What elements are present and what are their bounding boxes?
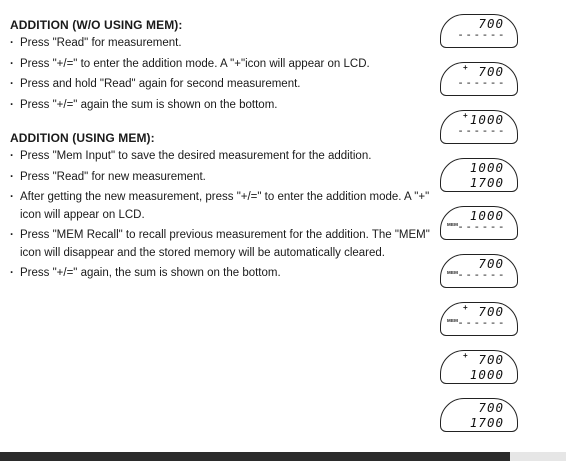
lcd-display-1: 700 ------ (440, 14, 518, 48)
steps-list-without-mem: Press "Read" for measurement. Press "+/=… (10, 35, 440, 114)
section-heading-using-mem: ADDITION (USING MEM): (10, 131, 155, 145)
plus-indicator: + (463, 351, 468, 360)
lcd-display-6: MEM 700 ------ (440, 254, 518, 288)
step-item: Press "+/=" again, the sum is shown on t… (10, 265, 440, 283)
step-item: Press "Mem Input" to save the desired me… (10, 148, 440, 166)
plus-indicator: + (463, 63, 468, 72)
lcd-display-7: + MEM 700 ------ (440, 302, 518, 336)
lcd-bottom-reading: 1000 (469, 367, 504, 382)
steps-list-using-mem: Press "Mem Input" to save the desired me… (10, 148, 440, 283)
lcd-bottom-reading: 1700 (469, 175, 504, 190)
lcd-top-reading: 700 (478, 352, 504, 367)
lcd-bottom-reading: ------ (457, 268, 506, 281)
plus-indicator: + (463, 303, 468, 312)
footer-bar-end (510, 452, 566, 461)
step-item: Press and hold "Read" again for second m… (10, 76, 440, 94)
lcd-bottom-reading: ------ (457, 28, 506, 41)
step-item: Press "+/=" to enter the addition mode. … (10, 56, 440, 74)
section-heading-without-mem: ADDITION (W/O USING MEM): (10, 18, 183, 32)
lcd-display-5: MEM 1000 ------ (440, 206, 518, 240)
footer-bar (0, 452, 510, 461)
step-item: Press "+/=" again the sum is shown on th… (10, 97, 440, 115)
lcd-bottom-reading: ------ (457, 124, 506, 137)
instructions: ADDITION (W/O USING MEM): Press "Read" f… (10, 18, 440, 286)
plus-indicator: + (463, 111, 468, 120)
lcd-display-3: + 1000 ------ (440, 110, 518, 144)
step-item: Press "MEM Recall" to recall previous me… (10, 227, 440, 262)
lcd-bottom-reading: 1700 (469, 415, 504, 430)
lcd-display-4: 1000 1700 (440, 158, 518, 192)
lcd-bottom-reading: ------ (457, 76, 506, 89)
lcd-top-reading: 1000 (469, 160, 504, 175)
lcd-top-reading: 700 (478, 400, 504, 415)
step-item: Press "Read" for new measurement. (10, 169, 440, 187)
lcd-display-9: 700 1700 (440, 398, 518, 432)
lcd-display-2: + 700 ------ (440, 62, 518, 96)
step-item: Press "Read" for measurement. (10, 35, 440, 53)
step-item: After getting the new measurement, press… (10, 189, 440, 224)
lcd-bottom-reading: ------ (457, 220, 506, 233)
lcd-bottom-reading: ------ (457, 316, 506, 329)
lcd-display-8: + 700 1000 (440, 350, 518, 384)
